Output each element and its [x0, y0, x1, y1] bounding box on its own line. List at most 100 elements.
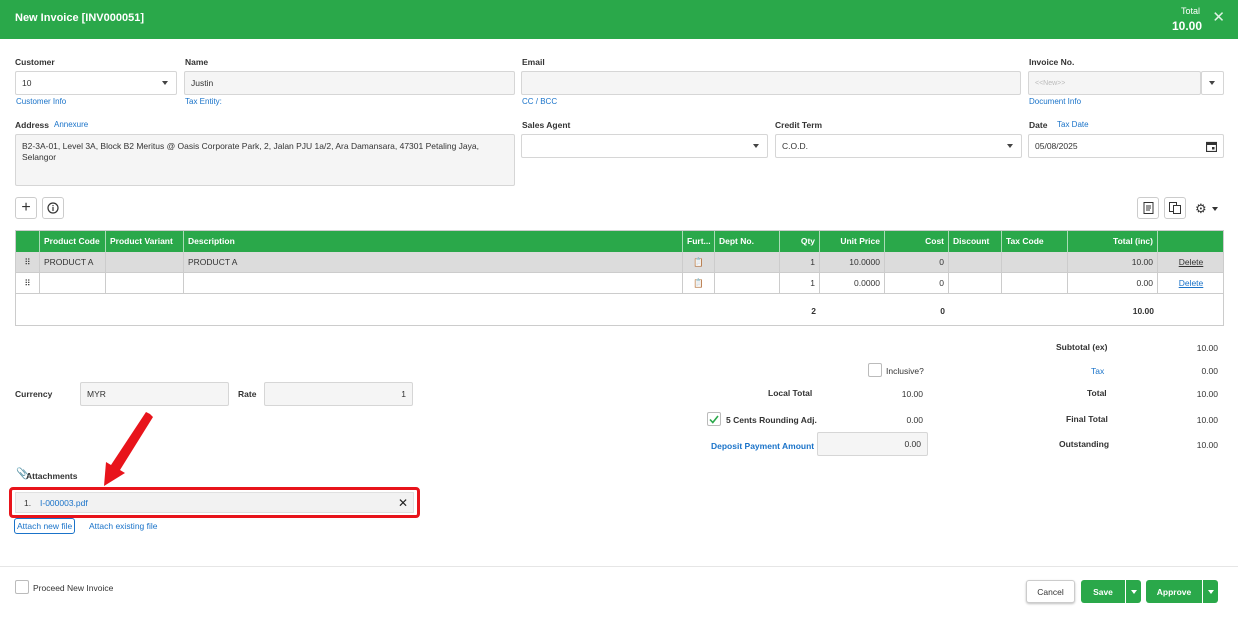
- table-row[interactable]: ⠿ PRODUCT A PRODUCT A 📋 1 10.0000 0 10.0…: [16, 252, 1223, 273]
- attachments-label: Attachments: [26, 471, 78, 481]
- chevron-down-icon: [162, 81, 168, 85]
- grid-header-cell[interactable]: Discount: [949, 231, 1002, 252]
- clipboard-icon[interactable]: 📋: [683, 252, 715, 273]
- gear-icon[interactable]: ⚙: [1195, 202, 1207, 215]
- chevron-down-icon: [1007, 144, 1013, 148]
- date-value: 05/08/2025: [1035, 141, 1078, 151]
- name-field[interactable]: Justin: [184, 71, 515, 95]
- document-info-link[interactable]: Document Info: [1029, 97, 1081, 106]
- copy-icon: [1169, 202, 1181, 214]
- table-cell[interactable]: [715, 252, 780, 273]
- checkmark-icon: [709, 415, 719, 424]
- customer-info-link[interactable]: Customer Info: [16, 97, 66, 106]
- attach-existing-file-link[interactable]: Attach existing file: [89, 521, 158, 531]
- footer-divider: [0, 566, 1238, 567]
- table-cell[interactable]: 1: [780, 273, 820, 294]
- rounding-checkbox[interactable]: [707, 412, 721, 426]
- drag-handle-icon[interactable]: ⠿: [16, 273, 40, 294]
- grid-header-cell[interactable]: Qty: [780, 231, 820, 252]
- outstanding-value: 10.00: [1196, 440, 1218, 450]
- address-field[interactable]: B2-3A-01, Level 3A, Block B2 Meritus @ O…: [15, 134, 515, 186]
- email-field[interactable]: [521, 71, 1021, 95]
- deposit-payment-link[interactable]: Deposit Payment Amount: [711, 441, 814, 451]
- invoice-no-field[interactable]: <<New>>: [1028, 71, 1201, 95]
- calendar-icon[interactable]: [1206, 141, 1217, 152]
- table-cell[interactable]: [949, 252, 1002, 273]
- inclusive-checkbox[interactable]: [868, 363, 882, 377]
- table-cell[interactable]: PRODUCT A: [184, 252, 683, 273]
- approve-button[interactable]: Approve: [1146, 580, 1202, 603]
- table-cell[interactable]: [949, 273, 1002, 294]
- table-cell[interactable]: 0.00: [1068, 273, 1158, 294]
- attachment-item[interactable]: 1. I-000003.pdf ✕: [15, 492, 414, 513]
- grid-footer-cost: 0: [940, 306, 945, 316]
- outstanding-label: Outstanding: [1059, 439, 1110, 449]
- close-icon[interactable]: ✕: [1212, 10, 1225, 25]
- grid-header-cell[interactable]: Total (inc): [1068, 231, 1158, 252]
- table-cell[interactable]: [1002, 252, 1068, 273]
- deposit-amount-field[interactable]: 0.00: [817, 432, 928, 456]
- currency-field[interactable]: MYR: [80, 382, 229, 406]
- delete-row-link[interactable]: Delete: [1179, 278, 1204, 288]
- proceed-new-invoice-checkbox[interactable]: [15, 580, 29, 594]
- drag-handle-icon[interactable]: ⠿: [16, 252, 40, 273]
- save-button[interactable]: Save: [1081, 580, 1125, 603]
- credit-term-select[interactable]: C.O.D.: [775, 134, 1022, 158]
- rate-field[interactable]: 1: [264, 382, 413, 406]
- grid-footer-total: 10.00: [1132, 306, 1154, 316]
- attach-new-file-button[interactable]: Attach new file: [14, 518, 76, 534]
- table-cell[interactable]: 0: [885, 273, 949, 294]
- grid-header-cell[interactable]: Dept No.: [715, 231, 780, 252]
- tax-date-link[interactable]: Tax Date: [1057, 120, 1089, 129]
- table-cell[interactable]: [106, 273, 184, 294]
- delete-row-link[interactable]: Delete: [1179, 257, 1204, 267]
- grid-header-cell[interactable]: Product Code: [40, 231, 106, 252]
- tax-entity-link[interactable]: Tax Entity:: [185, 97, 222, 106]
- grid-header-drag: [16, 231, 40, 252]
- remove-attachment-icon[interactable]: ✕: [398, 496, 408, 510]
- table-cell[interactable]: PRODUCT A: [40, 252, 106, 273]
- address-value: B2-3A-01, Level 3A, Block B2 Meritus @ O…: [22, 141, 479, 162]
- table-cell[interactable]: [106, 252, 184, 273]
- cancel-button[interactable]: Cancel: [1026, 580, 1075, 603]
- annexure-link[interactable]: Annexure: [54, 120, 88, 129]
- grid-header-cell[interactable]: Tax Code: [1002, 231, 1068, 252]
- info-button[interactable]: [42, 197, 64, 219]
- grid-header-cell[interactable]: Furt...: [683, 231, 715, 252]
- date-field[interactable]: 05/08/2025: [1028, 134, 1224, 158]
- table-cell[interactable]: [40, 273, 106, 294]
- grid-header-cell[interactable]: Unit Price: [820, 231, 885, 252]
- invoice-no-dropdown[interactable]: [1201, 71, 1224, 95]
- clipboard-icon[interactable]: 📋: [683, 273, 715, 294]
- table-cell[interactable]: 0: [885, 252, 949, 273]
- table-cell-action: Delete: [1158, 252, 1224, 273]
- table-cell[interactable]: [715, 273, 780, 294]
- table-cell[interactable]: 10.0000: [820, 252, 885, 273]
- approve-options-button[interactable]: [1203, 580, 1218, 603]
- tax-link[interactable]: Tax: [1091, 366, 1104, 376]
- table-row[interactable]: ⠿ 📋 1 0.0000 0 0.00 Delete: [16, 273, 1223, 294]
- chevron-down-icon: [1207, 589, 1214, 594]
- copy-button[interactable]: [1164, 197, 1186, 219]
- header-total-label: Total: [1180, 6, 1200, 16]
- add-row-button[interactable]: +: [15, 197, 37, 219]
- email-label: Email: [522, 57, 545, 67]
- grid-header-action: [1158, 231, 1224, 252]
- table-cell[interactable]: 10.00: [1068, 252, 1158, 273]
- document-button[interactable]: [1137, 197, 1159, 219]
- customer-select[interactable]: 10: [15, 71, 177, 95]
- grid-header-cell[interactable]: Product Variant: [106, 231, 184, 252]
- grid-header-cell[interactable]: Description: [184, 231, 683, 252]
- table-cell[interactable]: [184, 273, 683, 294]
- table-cell[interactable]: 0.0000: [820, 273, 885, 294]
- name-value: Justin: [191, 78, 214, 88]
- table-cell[interactable]: 1: [780, 252, 820, 273]
- cc-bcc-link[interactable]: CC / BCC: [522, 97, 557, 106]
- sales-agent-select[interactable]: [521, 134, 768, 158]
- grid-header-cell[interactable]: Cost: [885, 231, 949, 252]
- chevron-down-icon[interactable]: [1212, 207, 1218, 211]
- table-cell[interactable]: [1002, 273, 1068, 294]
- attachment-file-link[interactable]: I-000003.pdf: [40, 498, 88, 508]
- save-options-button[interactable]: [1126, 580, 1141, 603]
- name-label: Name: [185, 57, 209, 67]
